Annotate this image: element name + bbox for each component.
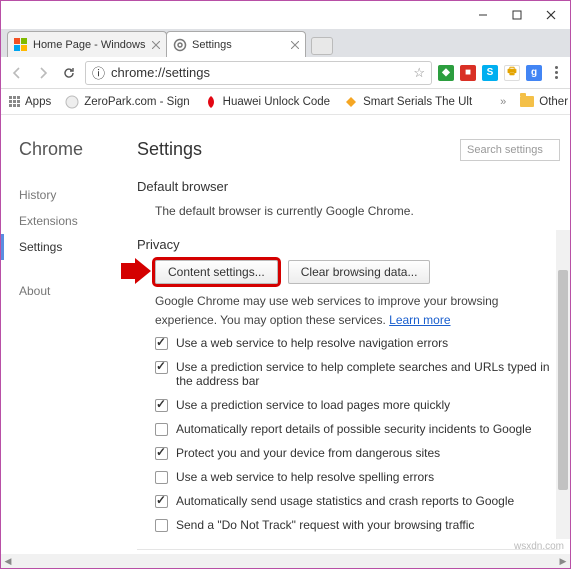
privacy-option-label: Use a web service to help resolve naviga… (176, 336, 448, 350)
sidebar-item-settings[interactable]: Settings (1, 234, 121, 260)
tab-home-page[interactable]: Home Page - Windows T (7, 31, 167, 57)
horizontal-scrollbar[interactable]: ◀ ▶ (1, 554, 570, 568)
privacy-option: Send a "Do Not Track" request with your … (137, 513, 560, 537)
page-title: Settings (137, 139, 202, 160)
bookmark-item[interactable]: Huawei Unlock Code (204, 95, 330, 109)
settings-page: Chrome History Extensions Settings About… (1, 115, 570, 554)
huawei-favicon-icon (204, 95, 218, 109)
maximize-button[interactable] (500, 4, 534, 26)
privacy-option-label: Protect you and your device from dangero… (176, 446, 440, 460)
sidebar-item-extensions[interactable]: Extensions (19, 208, 121, 234)
vertical-scrollbar[interactable] (556, 230, 570, 539)
privacy-option: Use a web service to help resolve spelli… (137, 465, 560, 489)
search-settings-input[interactable]: Search settings (460, 139, 560, 161)
tab-label: Home Page - Windows T (33, 39, 147, 51)
callout-arrow-icon (121, 258, 151, 284)
privacy-checkbox[interactable] (155, 423, 168, 436)
chrome-menu-button[interactable] (548, 66, 564, 79)
bookmark-label: Huawei Unlock Code (223, 96, 330, 108)
bookmark-favicon-icon (65, 95, 79, 109)
extension-icon[interactable]: g (526, 65, 542, 81)
site-info-icon[interactable]: ⓘ (92, 63, 105, 82)
section-default-browser: Default browser (137, 179, 560, 194)
gear-favicon-icon (173, 38, 187, 52)
privacy-option-label: Use a web service to help resolve spelli… (176, 470, 434, 484)
scroll-left-button[interactable]: ◀ (1, 554, 15, 568)
section-divider (137, 549, 560, 550)
privacy-option: Use a prediction service to load pages m… (137, 393, 560, 417)
back-button[interactable] (7, 63, 27, 83)
apps-icon (9, 96, 20, 107)
bookmark-item[interactable]: ZeroPark.com - Sign (65, 95, 189, 109)
privacy-option-label: Use a prediction service to help complet… (176, 360, 560, 388)
privacy-checkbox[interactable] (155, 471, 168, 484)
default-browser-text: The default browser is currently Google … (137, 202, 560, 221)
bookmark-label: ZeroPark.com - Sign (84, 96, 189, 108)
chrome-brand: Chrome (19, 139, 121, 160)
privacy-checkbox[interactable] (155, 361, 168, 374)
tab-settings[interactable]: Settings (166, 31, 306, 57)
privacy-checkbox[interactable] (155, 519, 168, 532)
privacy-note: Google Chrome may use web services to im… (137, 292, 560, 330)
settings-main: Settings Search settings Default browser… (121, 115, 570, 554)
privacy-option-label: Automatically send usage statistics and … (176, 494, 514, 508)
privacy-checkbox[interactable] (155, 447, 168, 460)
skype-icon[interactable]: S (482, 65, 498, 81)
extension-icon[interactable]: ■ (460, 65, 476, 81)
watermark: wsxdn.com (514, 541, 564, 552)
scrollbar-thumb[interactable] (558, 270, 568, 490)
url-text: chrome://settings (111, 65, 407, 80)
clear-browsing-data-button[interactable]: Clear browsing data... (288, 260, 431, 284)
bookmark-item[interactable]: Smart Serials The Ult (344, 95, 472, 109)
privacy-option: Protect you and your device from dangero… (137, 441, 560, 465)
apps-shortcut[interactable]: Apps (9, 96, 51, 108)
privacy-option-label: Automatically report details of possible… (176, 422, 532, 436)
sidebar-item-about[interactable]: About (19, 278, 121, 304)
section-privacy: Privacy (137, 237, 560, 252)
bookmarks-bar: Apps ZeroPark.com - Sign Huawei Unlock C… (1, 89, 570, 115)
privacy-option: Use a web service to help resolve naviga… (137, 331, 560, 355)
minimize-button[interactable] (466, 4, 500, 26)
privacy-option: Use a prediction service to help complet… (137, 355, 560, 393)
close-tab-icon[interactable] (152, 41, 160, 49)
apps-label: Apps (25, 96, 51, 108)
tab-strip: Home Page - Windows T Settings (1, 29, 570, 57)
privacy-option-label: Send a "Do Not Track" request with your … (176, 518, 474, 532)
close-window-button[interactable] (534, 4, 568, 26)
scroll-right-button[interactable]: ▶ (556, 554, 570, 568)
bookmarks-overflow-icon[interactable]: » (500, 96, 506, 108)
extension-icon[interactable]: ◆ (438, 65, 454, 81)
close-tab-icon[interactable] (291, 41, 299, 49)
other-bookmarks-label: Other bookmarks (539, 96, 571, 108)
bookmark-star-icon[interactable]: ☆ (413, 65, 425, 81)
content-settings-button[interactable]: Content settings... (155, 260, 278, 284)
bookmark-label: Smart Serials The Ult (363, 96, 472, 108)
settings-sidebar: Chrome History Extensions Settings About (1, 115, 121, 554)
privacy-checkbox[interactable] (155, 399, 168, 412)
reload-button[interactable] (59, 63, 79, 83)
extension-icons: ◆ ■ S 🖶 g (438, 65, 542, 81)
privacy-option: Automatically report details of possible… (137, 417, 560, 441)
tab-label: Settings (192, 39, 286, 51)
toolbar: ⓘ chrome://settings ☆ ◆ ■ S 🖶 g (1, 57, 570, 89)
other-bookmarks[interactable]: Other bookmarks (520, 96, 571, 108)
window-titlebar (1, 1, 570, 29)
bookmark-favicon-icon (344, 95, 358, 109)
folder-icon (520, 96, 534, 107)
privacy-option: Automatically send usage statistics and … (137, 489, 560, 513)
privacy-checkbox[interactable] (155, 495, 168, 508)
privacy-checkbox[interactable] (155, 337, 168, 350)
address-bar[interactable]: ⓘ chrome://settings ☆ (85, 61, 432, 85)
sidebar-item-history[interactable]: History (19, 182, 121, 208)
forward-button[interactable] (33, 63, 53, 83)
extension-icon[interactable]: 🖶 (504, 65, 520, 81)
windows-favicon-icon (14, 38, 28, 52)
learn-more-link[interactable]: Learn more (389, 313, 450, 327)
privacy-option-label: Use a prediction service to load pages m… (176, 398, 450, 412)
new-tab-button[interactable] (311, 37, 333, 55)
